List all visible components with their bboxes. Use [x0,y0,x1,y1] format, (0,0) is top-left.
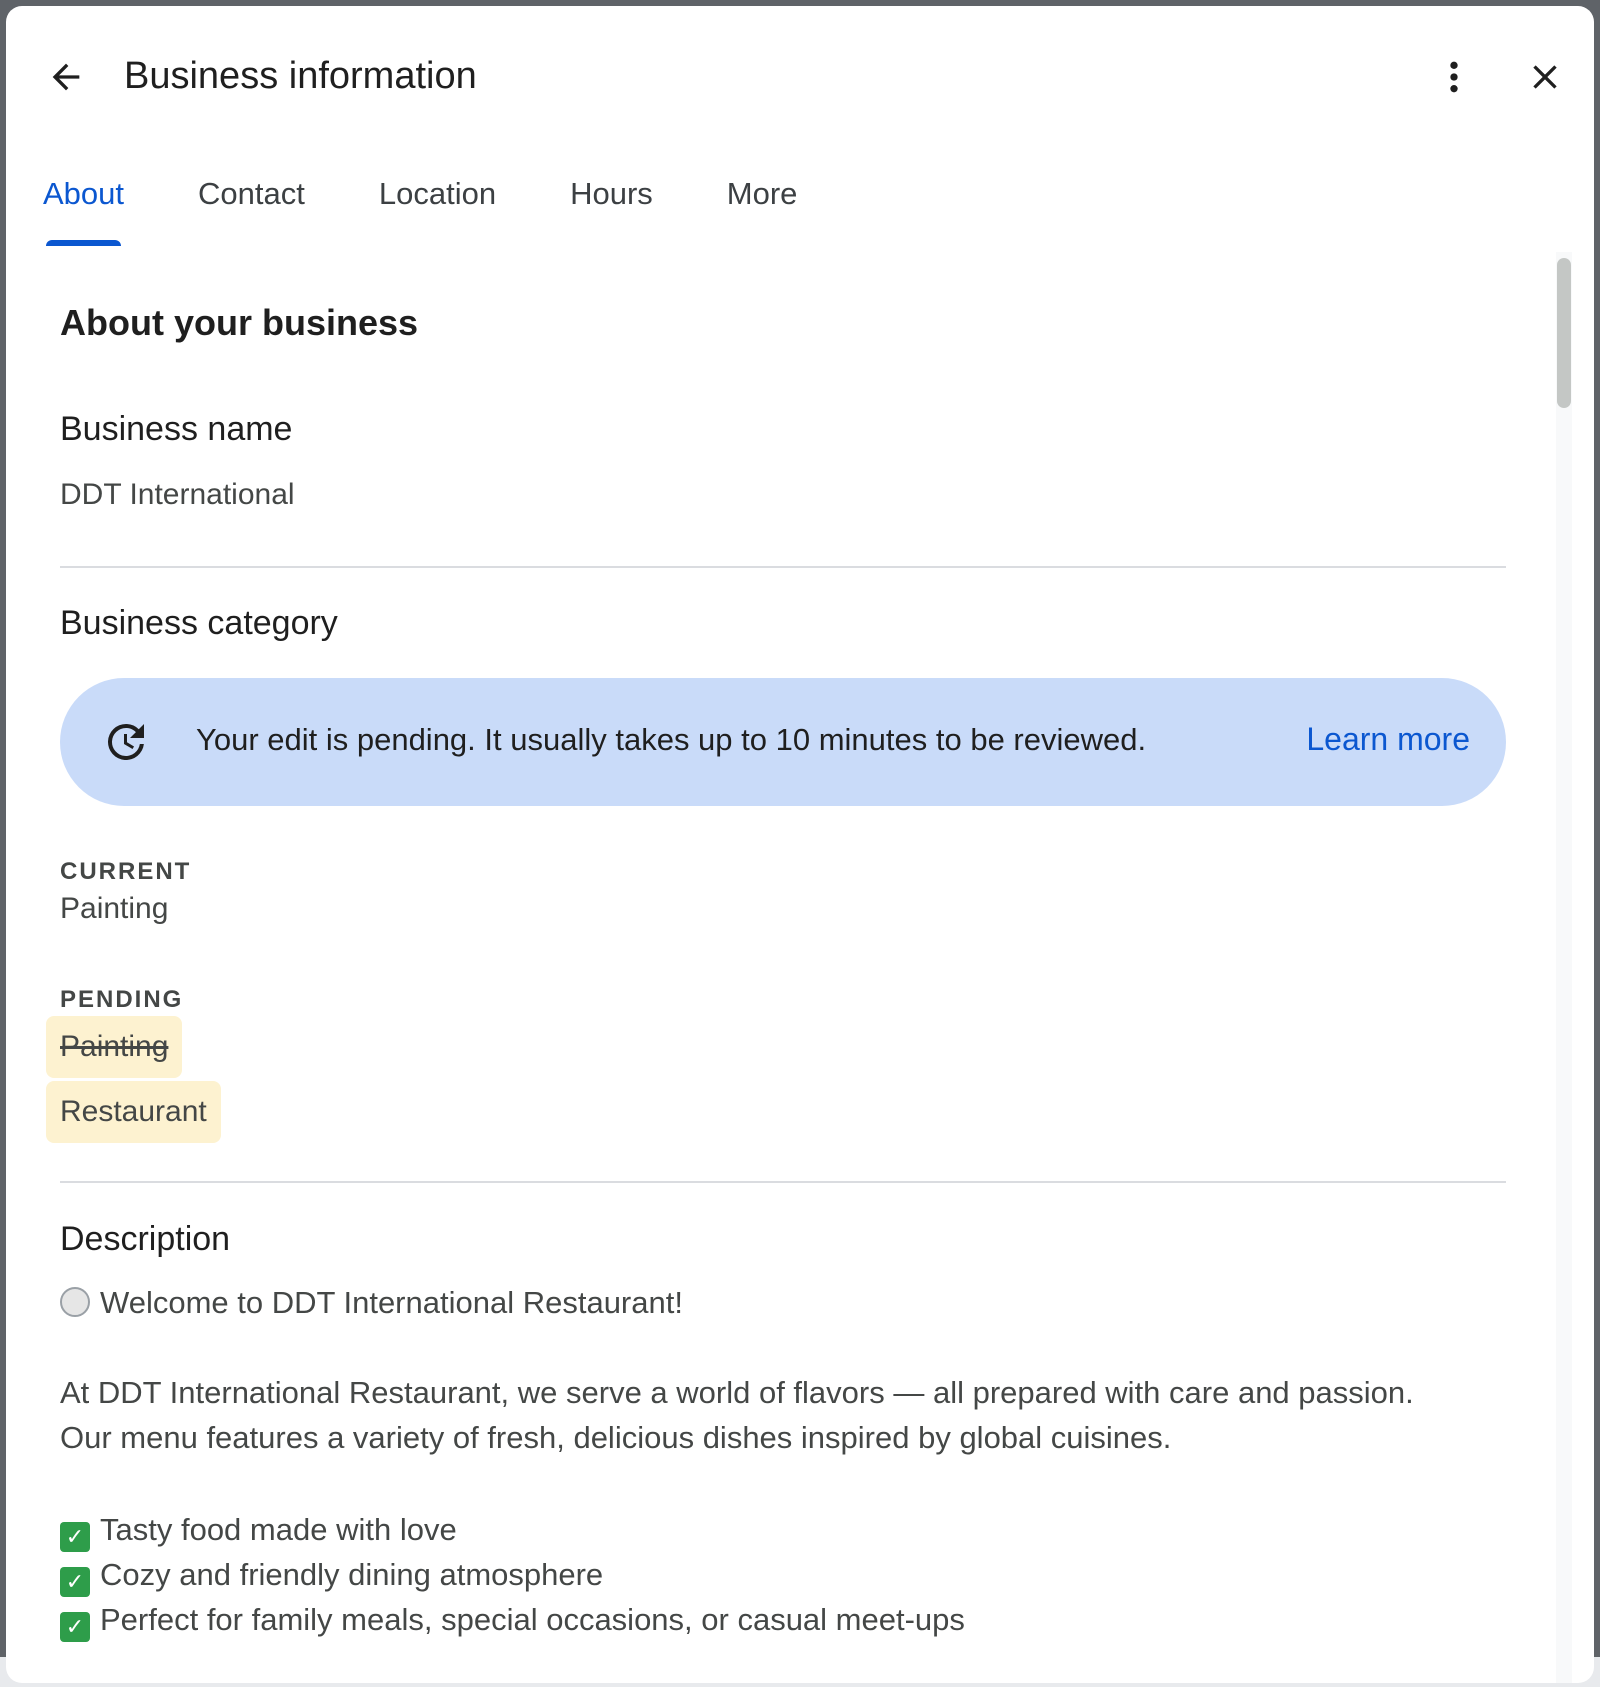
section-heading: About your business [60,302,419,343]
back-button[interactable] [36,47,96,107]
pending-removed-category: Painting [60,1030,169,1063]
pending-added-category-chip: Restaurant [46,1081,221,1143]
bullet-text: Tasty food made with love [100,1512,457,1547]
dialog-title: Business information [124,55,477,97]
pending-removed-category-chip: Painting [46,1016,183,1078]
business-information-dialog: Business information About Contact Locat… [6,6,1594,1683]
description-para2: Our menu features a variety of fresh, de… [60,1420,1172,1455]
description-welcome: Welcome to DDT International Restaurant! [100,1285,683,1320]
close-icon [1533,65,1557,89]
pending-history-icon [107,723,144,760]
more-vert-icon [1450,61,1458,93]
scrollbar-track[interactable] [1556,252,1572,1683]
description-para1: At DDT International Restaurant, we serv… [60,1375,1414,1410]
business-category-label: Business category [60,604,338,642]
tab-contact[interactable]: Contact [161,156,342,252]
bullet-text: Cozy and friendly dining atmosphere [100,1557,604,1592]
description-welcome-line: Welcome to DDT International Restaurant! [60,1280,683,1325]
tab-bar: About Contact Location Hours More [6,156,1594,252]
description-bullet: ✓ Perfect for family meals, special occas… [60,1597,965,1642]
current-category-value: Painting [60,892,169,925]
description-bullet: ✓ Tasty food made with love [60,1507,457,1552]
arrow-back-icon [52,63,80,91]
check-mark-icon: ✓ [60,1612,90,1642]
check-mark-icon: ✓ [60,1522,90,1552]
business-name-label: Business name [60,410,293,448]
dialog-header: Business information [6,6,1594,136]
tab-label: Hours [570,176,653,211]
plate-emoji-icon [60,1287,90,1317]
bullet-text: Perfect for family meals, special occasi… [100,1602,965,1637]
pending-edit-banner: Your edit is pending. It usually takes u… [60,678,1506,806]
description-bullet: ✓ Cozy and friendly dining atmosphere [60,1552,603,1597]
close-button[interactable] [1515,47,1575,107]
more-options-button[interactable] [1424,47,1484,107]
tab-about[interactable]: About [6,156,161,252]
check-mark-icon: ✓ [60,1567,90,1597]
pending-caption: PENDING [60,986,184,1013]
tab-label: More [726,176,798,211]
pending-banner-text: Your edit is pending. It usually takes u… [196,722,1147,757]
tab-more[interactable]: More [690,156,835,252]
description-label: Description [60,1220,231,1258]
about-content: About your business Business name DDT In… [6,252,1558,1683]
pending-added-category: Restaurant [60,1095,207,1128]
tab-label: About [43,176,125,211]
current-caption: CURRENT [60,858,192,885]
divider [60,566,1506,568]
tab-hours[interactable]: Hours [533,156,690,252]
tab-location[interactable]: Location [342,156,533,252]
scrollbar-thumb[interactable] [1557,258,1571,408]
tab-label: Location [378,176,497,211]
tab-label: Contact [198,176,305,211]
business-name-value[interactable]: DDT International [60,478,295,512]
active-tab-indicator [46,240,122,246]
divider [60,1181,1506,1183]
learn-more-link[interactable]: Learn more [1306,721,1470,758]
